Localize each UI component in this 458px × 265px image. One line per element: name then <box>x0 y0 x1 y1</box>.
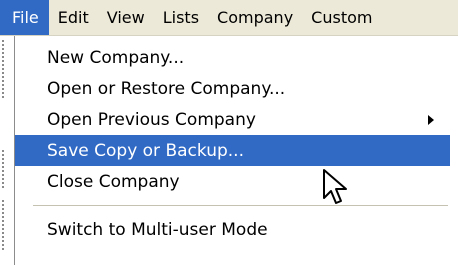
background-border <box>2 40 4 100</box>
menu-item-label: Open Previous Company <box>47 109 256 130</box>
menubar: File Edit View Lists Company Custom <box>0 0 458 36</box>
menu-item-label: Switch to Multi-user Mode <box>47 219 268 240</box>
background-window-edge <box>0 0 14 265</box>
menu-file[interactable]: File <box>0 0 49 35</box>
screen: File Edit View Lists Company Custom New … <box>0 0 458 265</box>
file-menu-dropdown: New Company... Open or Restore Company..… <box>14 36 458 265</box>
menu-item-open-restore-company[interactable]: Open or Restore Company... <box>15 73 458 104</box>
background-border <box>2 200 4 250</box>
menu-item-save-copy-backup[interactable]: Save Copy or Backup... <box>15 135 450 166</box>
menu-item-new-company[interactable]: New Company... <box>15 42 458 73</box>
menu-customers[interactable]: Custom <box>302 0 381 35</box>
menu-company[interactable]: Company <box>208 0 302 35</box>
menu-item-close-company[interactable]: Close Company <box>15 166 458 197</box>
menu-lists[interactable]: Lists <box>154 0 208 35</box>
menu-view[interactable]: View <box>98 0 154 35</box>
menu-item-label: Open or Restore Company... <box>47 78 286 99</box>
menu-item-label: Close Company <box>47 171 180 192</box>
menu-item-label: Save Copy or Backup... <box>47 140 244 161</box>
chevron-right-icon <box>428 114 434 125</box>
menu-item-switch-multi-user[interactable]: Switch to Multi-user Mode <box>15 214 458 245</box>
menu-edit[interactable]: Edit <box>49 0 98 35</box>
menu-item-open-previous-company[interactable]: Open Previous Company <box>15 104 458 135</box>
menu-separator <box>33 205 448 206</box>
background-border <box>2 150 4 190</box>
arrow-cursor-icon <box>323 169 347 204</box>
menu-item-label: New Company... <box>47 47 185 68</box>
